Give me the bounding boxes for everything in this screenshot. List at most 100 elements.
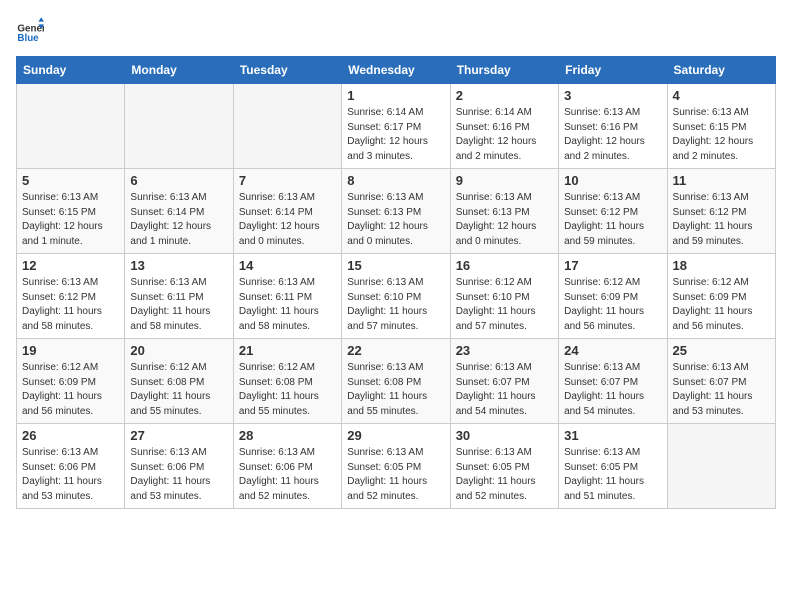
weekday-header: Wednesday (342, 57, 450, 84)
day-info: Sunrise: 6:13 AM Sunset: 6:08 PM Dayligh… (347, 361, 444, 419)
weekday-header: Thursday (450, 57, 558, 84)
calendar-cell: 16 Sunrise: 6:12 AM Sunset: 6:10 PM Dayli… (450, 254, 558, 339)
day-info: Sunrise: 6:12 AM Sunset: 6:09 PM Dayligh… (673, 276, 770, 334)
calendar-cell: 17Sunrise: 6:12 AM Sunset: 6:09 PM Dayli… (559, 254, 667, 339)
day-info: Sunrise: 6:13 AM Sunset: 6:11 PM Dayligh… (130, 276, 227, 334)
calendar-cell: 26 Sunrise: 6:13 AM Sunset: 6:06 PM Dayli… (17, 424, 125, 509)
day-number: 19 (22, 343, 119, 358)
calendar-cell: 12Sunrise: 6:13 AM Sunset: 6:12 PM Dayli… (17, 254, 125, 339)
day-number: 17 (564, 258, 661, 273)
day-info: Sunrise: 6:13 AM Sunset: 6:12 PM Dayligh… (564, 191, 661, 249)
calendar-cell: 28 Sunrise: 6:13 AM Sunset: 6:06 PM Dayli… (233, 424, 341, 509)
day-number: 26 (22, 428, 119, 443)
day-info: Sunrise: 6:13 AM Sunset: 6:05 PM Dayligh… (564, 446, 661, 504)
calendar-cell: 3 Sunrise: 6:13 AM Sunset: 6:16 PM Daylig… (559, 84, 667, 169)
day-info: Sunrise: 6:13 AM Sunset: 6:06 PM Dayligh… (239, 446, 336, 504)
day-number: 10 (564, 173, 661, 188)
day-number: 25 (673, 343, 770, 358)
calendar-cell: 15 Sunrise: 6:13 AM Sunset: 6:10 PM Dayli… (342, 254, 450, 339)
calendar-cell: 13 Sunrise: 6:13 AM Sunset: 6:11 PM Dayli… (125, 254, 233, 339)
calendar-cell: 5Sunrise: 6:13 AM Sunset: 6:15 PM Daylig… (17, 169, 125, 254)
day-info: Sunrise: 6:14 AM Sunset: 6:17 PM Dayligh… (347, 106, 444, 164)
day-info: Sunrise: 6:12 AM Sunset: 6:08 PM Dayligh… (239, 361, 336, 419)
day-info: Sunrise: 6:13 AM Sunset: 6:13 PM Dayligh… (456, 191, 553, 249)
calendar-cell: 22Sunrise: 6:13 AM Sunset: 6:08 PM Dayli… (342, 339, 450, 424)
calendar-cell: 25 Sunrise: 6:13 AM Sunset: 6:07 PM Dayli… (667, 339, 775, 424)
calendar-cell: 14 Sunrise: 6:13 AM Sunset: 6:11 PM Dayli… (233, 254, 341, 339)
calendar-week-row: 12Sunrise: 6:13 AM Sunset: 6:12 PM Dayli… (17, 254, 776, 339)
weekday-header: Sunday (17, 57, 125, 84)
day-number: 5 (22, 173, 119, 188)
calendar-cell (17, 84, 125, 169)
calendar-cell: 24Sunrise: 6:13 AM Sunset: 6:07 PM Dayli… (559, 339, 667, 424)
day-number: 30 (456, 428, 553, 443)
day-info: Sunrise: 6:13 AM Sunset: 6:10 PM Dayligh… (347, 276, 444, 334)
day-number: 7 (239, 173, 336, 188)
day-info: Sunrise: 6:13 AM Sunset: 6:13 PM Dayligh… (347, 191, 444, 249)
weekday-header: Friday (559, 57, 667, 84)
day-number: 16 (456, 258, 553, 273)
calendar-cell: 7 Sunrise: 6:13 AM Sunset: 6:14 PM Daylig… (233, 169, 341, 254)
weekday-header: Monday (125, 57, 233, 84)
day-number: 28 (239, 428, 336, 443)
day-number: 18 (673, 258, 770, 273)
day-info: Sunrise: 6:13 AM Sunset: 6:14 PM Dayligh… (239, 191, 336, 249)
day-info: Sunrise: 6:13 AM Sunset: 6:12 PM Dayligh… (22, 276, 119, 334)
day-info: Sunrise: 6:13 AM Sunset: 6:16 PM Dayligh… (564, 106, 661, 164)
day-number: 24 (564, 343, 661, 358)
day-number: 27 (130, 428, 227, 443)
calendar-cell: 8 Sunrise: 6:13 AM Sunset: 6:13 PM Daylig… (342, 169, 450, 254)
day-info: Sunrise: 6:12 AM Sunset: 6:10 PM Dayligh… (456, 276, 553, 334)
day-number: 8 (347, 173, 444, 188)
calendar-cell: 9Sunrise: 6:13 AM Sunset: 6:13 PM Daylig… (450, 169, 558, 254)
calendar-cell: 1 Sunrise: 6:14 AM Sunset: 6:17 PM Daylig… (342, 84, 450, 169)
calendar-cell: 10 Sunrise: 6:13 AM Sunset: 6:12 PM Dayli… (559, 169, 667, 254)
calendar-week-row: 19 Sunrise: 6:12 AM Sunset: 6:09 PM Dayli… (17, 339, 776, 424)
day-info: Sunrise: 6:13 AM Sunset: 6:06 PM Dayligh… (130, 446, 227, 504)
page-header: General Blue (16, 16, 776, 44)
day-number: 1 (347, 88, 444, 103)
calendar-cell: 31 Sunrise: 6:13 AM Sunset: 6:05 PM Dayli… (559, 424, 667, 509)
calendar-cell: 21 Sunrise: 6:12 AM Sunset: 6:08 PM Dayli… (233, 339, 341, 424)
calendar-body: 1 Sunrise: 6:14 AM Sunset: 6:17 PM Daylig… (17, 84, 776, 509)
day-info: Sunrise: 6:13 AM Sunset: 6:05 PM Dayligh… (456, 446, 553, 504)
calendar-cell: 29 Sunrise: 6:13 AM Sunset: 6:05 PM Dayli… (342, 424, 450, 509)
calendar-cell: 2Sunrise: 6:14 AM Sunset: 6:16 PM Daylig… (450, 84, 558, 169)
calendar-cell: 4Sunrise: 6:13 AM Sunset: 6:15 PM Daylig… (667, 84, 775, 169)
day-info: Sunrise: 6:13 AM Sunset: 6:11 PM Dayligh… (239, 276, 336, 334)
day-number: 15 (347, 258, 444, 273)
weekday-header: Tuesday (233, 57, 341, 84)
svg-text:Blue: Blue (17, 33, 39, 44)
day-number: 31 (564, 428, 661, 443)
weekday-header-row: SundayMondayTuesdayWednesdayThursdayFrid… (17, 57, 776, 84)
day-number: 6 (130, 173, 227, 188)
day-info: Sunrise: 6:13 AM Sunset: 6:07 PM Dayligh… (456, 361, 553, 419)
day-number: 3 (564, 88, 661, 103)
day-info: Sunrise: 6:13 AM Sunset: 6:06 PM Dayligh… (22, 446, 119, 504)
calendar-cell: 23 Sunrise: 6:13 AM Sunset: 6:07 PM Dayli… (450, 339, 558, 424)
day-info: Sunrise: 6:12 AM Sunset: 6:09 PM Dayligh… (22, 361, 119, 419)
day-number: 4 (673, 88, 770, 103)
calendar-cell: 30 Sunrise: 6:13 AM Sunset: 6:05 PM Dayli… (450, 424, 558, 509)
weekday-header: Saturday (667, 57, 775, 84)
calendar: SundayMondayTuesdayWednesdayThursdayFrid… (16, 56, 776, 509)
calendar-week-row: 5Sunrise: 6:13 AM Sunset: 6:15 PM Daylig… (17, 169, 776, 254)
day-number: 2 (456, 88, 553, 103)
day-info: Sunrise: 6:13 AM Sunset: 6:05 PM Dayligh… (347, 446, 444, 504)
day-number: 14 (239, 258, 336, 273)
day-info: Sunrise: 6:13 AM Sunset: 6:12 PM Dayligh… (673, 191, 770, 249)
calendar-cell: 6 Sunrise: 6:13 AM Sunset: 6:14 PM Daylig… (125, 169, 233, 254)
calendar-cell: 11Sunrise: 6:13 AM Sunset: 6:12 PM Dayli… (667, 169, 775, 254)
day-number: 13 (130, 258, 227, 273)
day-info: Sunrise: 6:13 AM Sunset: 6:14 PM Dayligh… (130, 191, 227, 249)
calendar-cell (233, 84, 341, 169)
day-number: 21 (239, 343, 336, 358)
day-number: 23 (456, 343, 553, 358)
calendar-cell: 27 Sunrise: 6:13 AM Sunset: 6:06 PM Dayli… (125, 424, 233, 509)
calendar-cell: 19 Sunrise: 6:12 AM Sunset: 6:09 PM Dayli… (17, 339, 125, 424)
day-number: 29 (347, 428, 444, 443)
logo-icon: General Blue (16, 16, 44, 44)
day-number: 20 (130, 343, 227, 358)
logo: General Blue (16, 16, 48, 44)
day-info: Sunrise: 6:13 AM Sunset: 6:07 PM Dayligh… (673, 361, 770, 419)
